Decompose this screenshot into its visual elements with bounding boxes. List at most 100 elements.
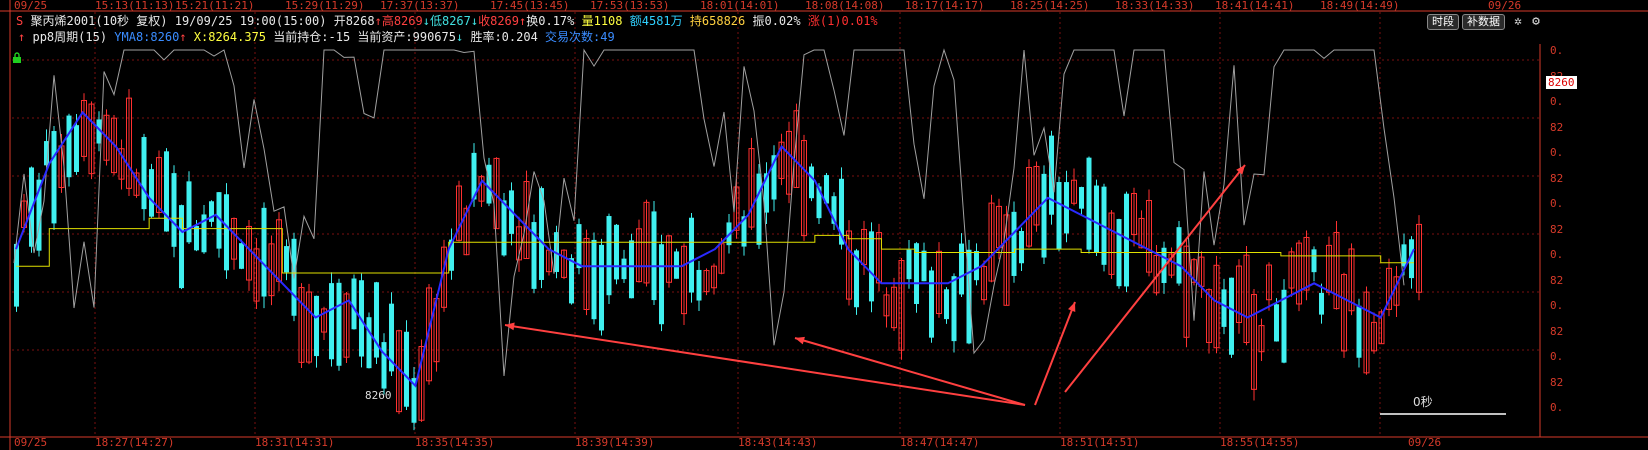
candle-body	[906, 249, 912, 280]
candle-body	[1086, 157, 1092, 250]
symbol-name[interactable]: 聚丙烯2001(10秒 复权)	[30, 14, 167, 28]
candle-body	[659, 244, 664, 325]
candle-body	[501, 200, 507, 256]
low-price: 低8267	[429, 14, 471, 28]
candle-body	[1221, 289, 1227, 327]
candle-body	[179, 205, 184, 289]
annotation-arrow	[504, 324, 1026, 406]
lock-icon[interactable]	[12, 52, 22, 63]
annotation-arrowhead	[505, 322, 515, 331]
assets-value: 当前资产:990675	[357, 30, 456, 44]
candle-body	[366, 317, 372, 369]
price-tick: 82	[1550, 375, 1564, 389]
top-time-tick: 18:41(14:41)	[1215, 0, 1295, 12]
candle-body	[1356, 305, 1362, 358]
candle-body	[1019, 231, 1024, 264]
top-time-tick: 15:21(11:21)	[175, 0, 255, 12]
down-arrow-icon: ↓	[455, 30, 464, 44]
quote-info-bar: S 聚丙烯2001(10秒 复权) 19/09/25 19:00(15:00) …	[16, 14, 878, 29]
top-time-tick: 17:45(13:45)	[490, 0, 570, 12]
candle-body	[576, 224, 582, 269]
price-tick: 82	[1550, 324, 1564, 338]
settings-icon[interactable]: ⚙	[1528, 14, 1544, 30]
volume: 量1108	[581, 14, 623, 28]
candle-body	[66, 115, 72, 178]
price-chart[interactable]	[0, 0, 1648, 450]
position-value: 当前持仓:-15	[273, 30, 351, 44]
candle-body	[186, 181, 192, 243]
bottom-time-tick: 18:43(14:43)	[738, 436, 818, 449]
price-tick: 0.	[1550, 401, 1564, 414]
candle-body	[239, 243, 244, 269]
candle-body	[74, 125, 79, 172]
candle-body	[944, 289, 949, 320]
candle-body	[314, 295, 319, 357]
indicator-name[interactable]: pp8周期(15)	[32, 30, 107, 44]
top-time-tick: 18:33(14:33)	[1115, 0, 1195, 12]
trades-value: 交易次数:49	[545, 30, 615, 44]
candle-body	[869, 231, 874, 302]
candle-body	[1011, 211, 1017, 276]
candle-body	[621, 258, 627, 280]
candle-body	[674, 251, 679, 279]
annotation-arrow	[1064, 164, 1246, 393]
up-arrow-icon: ↑	[179, 30, 187, 44]
down-arrow-icon: ↓	[422, 14, 430, 28]
candle-body	[689, 217, 694, 293]
candle-body	[171, 173, 177, 247]
candle-body	[486, 164, 492, 204]
candle-body	[336, 282, 342, 366]
bottom-time-tick: 18:55(14:55)	[1220, 436, 1300, 449]
price-tick: 82	[1550, 171, 1564, 185]
open-price: 开8268	[333, 14, 375, 28]
price-tick: 82	[1550, 120, 1564, 134]
bottom-time-tick: 18:35(14:35)	[415, 436, 495, 449]
open-interest: 持658826	[689, 14, 746, 28]
candle-body	[974, 251, 979, 281]
candle-body	[164, 151, 169, 232]
candle-body	[929, 270, 934, 338]
candle-body	[1311, 249, 1317, 273]
gray-indicator-line	[13, 48, 1405, 377]
annotation-arrow	[794, 337, 1026, 406]
price-tick: 0.	[1550, 350, 1564, 363]
candle-body	[569, 258, 574, 304]
amplitude: 振0.02%	[752, 14, 801, 28]
annotation-arrow	[1034, 301, 1076, 406]
price-tick: 0.	[1550, 197, 1564, 210]
top-time-tick: 15:13(11:13)	[95, 0, 175, 12]
candle-body	[591, 239, 597, 320]
candle-body	[224, 194, 229, 271]
close-price: 收8269	[478, 14, 520, 28]
candle-body	[599, 244, 604, 331]
symbol-icon: S	[16, 14, 24, 28]
candle-body	[51, 131, 57, 224]
price-tick: 82	[1550, 273, 1564, 287]
candle-body	[1056, 182, 1062, 250]
annotation-arrowhead	[795, 336, 805, 345]
top-time-tick: 09/26	[1488, 0, 1522, 12]
bottom-time-tick: 18:51(14:51)	[1060, 436, 1140, 449]
seconds-label: 0秒	[1413, 395, 1433, 409]
candle-body	[809, 166, 814, 199]
gear-icon[interactable]: ✲	[1510, 14, 1526, 30]
price-tick: 0.	[1550, 44, 1564, 57]
candle-body	[696, 269, 702, 301]
fill-data-button[interactable]: 补数据	[1462, 14, 1505, 30]
bottom-time-tick: 09/26	[1408, 436, 1442, 449]
period-button[interactable]: 时段	[1427, 14, 1459, 30]
candle-body	[651, 211, 657, 301]
price-tick: 0.	[1550, 146, 1564, 159]
top-time-tick: 18:01(14:01)	[700, 0, 780, 12]
candle-body	[539, 188, 544, 280]
top-time-axis: 09/25 15:13(11:13) 15:21(11:21) 15:29(11:29…	[0, 0, 1648, 12]
up-arrow-icon: ↑	[374, 14, 382, 28]
candle-body	[1176, 227, 1182, 284]
amount: 额4581万	[629, 14, 683, 28]
bottom-time-tick: 18:39(14:39)	[575, 436, 655, 449]
bottom-time-tick: 18:31(14:31)	[255, 436, 335, 449]
top-time-tick: 18:25(14:25)	[1010, 0, 1090, 12]
price-tick: 0.	[1550, 248, 1564, 261]
top-time-tick: 18:49(14:49)	[1320, 0, 1400, 12]
candle-body	[261, 207, 267, 297]
